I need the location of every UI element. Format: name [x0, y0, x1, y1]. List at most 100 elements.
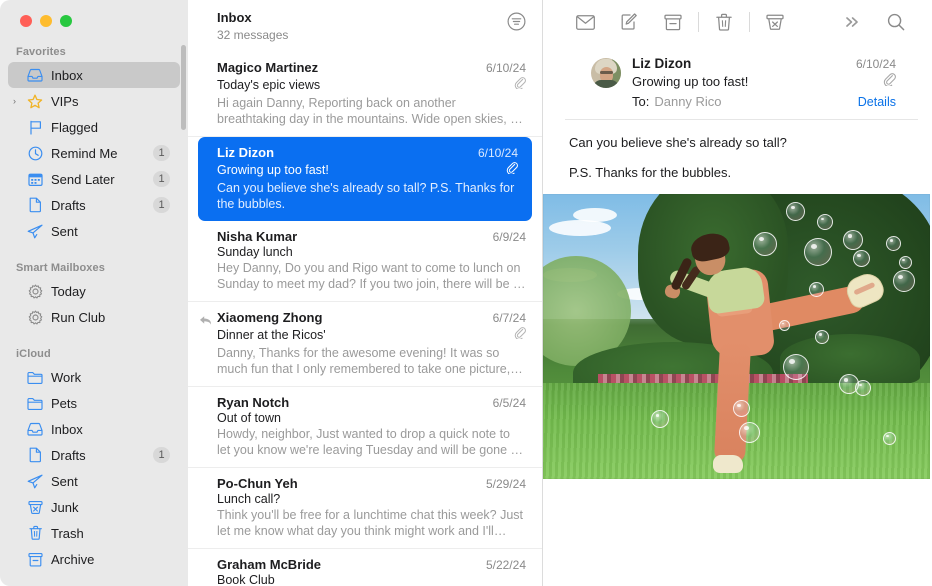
- message-subject: Dinner at the Ricos': [217, 328, 326, 342]
- filter-icon[interactable]: [507, 12, 526, 36]
- paper-plane-icon: [26, 223, 44, 239]
- inbox-icon: [26, 421, 44, 437]
- attachment-icon: [514, 326, 526, 344]
- sidebar-item-work[interactable]: Work: [8, 364, 180, 390]
- chevron-right-icon[interactable]: ›: [13, 97, 16, 106]
- sidebar-item-label: Remind Me: [51, 146, 153, 161]
- sidebar: FavoritesInbox›VIPsFlaggedRemind Me1Send…: [0, 0, 188, 586]
- sidebar-item-vips[interactable]: › VIPs: [8, 88, 180, 114]
- sidebar-item-label: Archive: [51, 552, 180, 567]
- sidebar-item-label: Inbox: [51, 422, 180, 437]
- message-date: 5/22/24: [486, 558, 526, 572]
- message-date: 6/7/24: [493, 311, 526, 325]
- message-date: 5/29/24: [486, 477, 526, 491]
- body-paragraph: Can you believe she's already so tall?: [569, 134, 906, 152]
- sidebar-item-label: VIPs: [51, 94, 180, 109]
- search-icon[interactable]: [874, 7, 918, 37]
- flag-icon: [26, 119, 44, 135]
- sidebar-item-label: Drafts: [51, 448, 153, 463]
- sidebar-item-label: Send Later: [51, 172, 153, 187]
- sidebar-item-label: Today: [51, 284, 180, 299]
- unread-badge: 1: [153, 197, 170, 213]
- compose-button[interactable]: [607, 7, 651, 37]
- sidebar-item-label: Trash: [51, 526, 180, 541]
- zoom-button[interactable]: [60, 15, 72, 27]
- email-photo-attachment[interactable]: [543, 194, 930, 479]
- document-icon: [26, 447, 44, 463]
- sidebar-item-label: Junk: [51, 500, 180, 515]
- sidebar-item-pets[interactable]: Pets: [8, 390, 180, 416]
- sidebar-item-remind-me[interactable]: Remind Me1: [8, 140, 180, 166]
- to-value: Danny Rico: [654, 94, 721, 109]
- message-subject: Lunch call?: [217, 492, 280, 506]
- attachment-icon: [883, 72, 896, 91]
- message-list-item[interactable]: Magico Martinez6/10/24Today's epic views…: [188, 52, 542, 137]
- close-button[interactable]: [20, 15, 32, 27]
- attachment-icon: [514, 76, 526, 94]
- sidebar-item-archive[interactable]: Archive: [8, 546, 180, 572]
- sidebar-item-junk[interactable]: Junk: [8, 494, 180, 520]
- sidebar-item-drafts[interactable]: Drafts1: [8, 192, 180, 218]
- sidebar-scrollbar[interactable]: [181, 45, 186, 130]
- message-subject: Growing up too fast!: [217, 163, 329, 177]
- archive-button[interactable]: [651, 7, 695, 37]
- replied-arrow-icon: [199, 313, 212, 331]
- unread-badge: 1: [153, 145, 170, 161]
- email-sender: Liz Dizon: [632, 56, 691, 71]
- message-preview: Think you'll be free for a lunchtime cha…: [217, 507, 526, 539]
- toolbar-divider: [749, 12, 750, 32]
- sidebar-item-today[interactable]: Today: [8, 278, 180, 304]
- message-date: 6/5/24: [493, 396, 526, 410]
- delete-button[interactable]: [702, 7, 746, 37]
- message-sender: Ryan Notch: [217, 395, 289, 410]
- sidebar-item-send-later[interactable]: Send Later1: [8, 166, 180, 192]
- sidebar-item-sent[interactable]: Sent: [8, 468, 180, 494]
- message-preview: Hey Danny, Do you and Rigo want to come …: [217, 260, 526, 292]
- sidebar-item-inbox[interactable]: Inbox: [8, 62, 180, 88]
- message-subject: Sunday lunch: [217, 245, 293, 259]
- message-date: 6/10/24: [486, 61, 526, 75]
- sidebar-item-label: Sent: [51, 474, 180, 489]
- sidebar-item-run-club[interactable]: Run Club: [8, 304, 180, 330]
- star-icon: [26, 93, 44, 109]
- document-icon: [26, 197, 44, 213]
- message-list-item[interactable]: Graham McBride5/22/24Book ClubAre you fr…: [188, 549, 542, 586]
- message-list-pane: Inbox 32 messages Magico Martinez 6/10/24…: [188, 0, 543, 586]
- sidebar-item-trash[interactable]: Trash: [8, 520, 180, 546]
- message-list-item[interactable]: Liz Dizon6/10/24Growing up too fast!Can …: [198, 137, 532, 221]
- girl-figure: [663, 229, 883, 474]
- sidebar-item-inbox[interactable]: Inbox: [8, 416, 180, 442]
- sidebar-item-label: Pets: [51, 396, 180, 411]
- message-sender: Nisha Kumar: [217, 229, 297, 244]
- sidebar-item-label: Inbox: [51, 68, 180, 83]
- details-link[interactable]: Details: [858, 95, 896, 109]
- message-list-item[interactable]: Xiaomeng Zhong 6/7/24 Dinner at the Ricos'…: [188, 302, 542, 387]
- message-list-item[interactable]: Nisha Kumar6/9/24Sunday lunchHey Danny, …: [188, 221, 542, 302]
- sidebar-item-drafts[interactable]: Drafts1: [8, 442, 180, 468]
- message-sender: Liz Dizon: [217, 145, 274, 160]
- minimize-button[interactable]: [40, 15, 52, 27]
- gear-icon: [26, 283, 44, 299]
- sidebar-item-sent[interactable]: Sent: [8, 218, 180, 244]
- chevron-double-right-icon[interactable]: [830, 7, 874, 37]
- email-date: 6/10/24: [856, 57, 896, 71]
- mark-unread-button[interactable]: [563, 7, 607, 37]
- sidebar-item-label: Sent: [51, 224, 180, 239]
- message-count: 32 messages: [217, 27, 288, 43]
- message-subject: Book Club: [217, 573, 275, 586]
- toolbar-divider: [698, 12, 699, 32]
- avatar: [591, 58, 621, 88]
- junk-button[interactable]: [753, 7, 797, 37]
- message-sender: Xiaomeng Zhong: [217, 310, 322, 325]
- email-body: Can you believe she's already so tall? P…: [543, 120, 932, 586]
- message-list-item[interactable]: Ryan Notch6/5/24Out of townHowdy, neighb…: [188, 387, 542, 468]
- reader-toolbar: [543, 0, 932, 44]
- message-list-item[interactable]: Po-Chun Yeh5/29/24Lunch call?Think you'l…: [188, 468, 542, 549]
- page-title: Inbox: [217, 10, 288, 26]
- message-preview: Can you believe she's already so tall? P…: [217, 180, 518, 212]
- unread-badge: 1: [153, 171, 170, 187]
- message-preview: Howdy, neighbor, Just wanted to drop a q…: [217, 426, 526, 458]
- sidebar-section-gap: [0, 330, 188, 342]
- message-sender: Magico Martinez: [217, 60, 318, 75]
- sidebar-item-flagged[interactable]: Flagged: [8, 114, 180, 140]
